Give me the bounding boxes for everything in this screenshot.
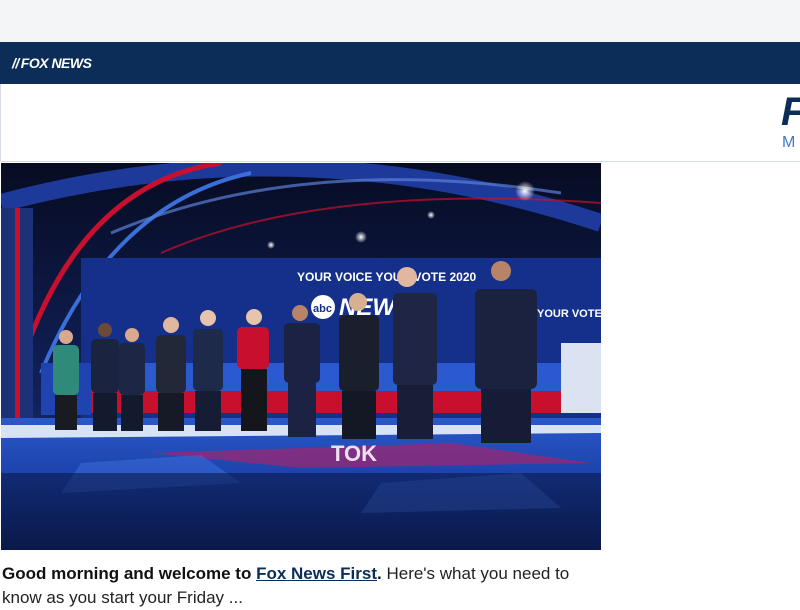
- debate-stage-photo: YOUR VOICE YOUR VOTE 2020 abc NEWS YOUR …: [1, 163, 601, 550]
- podium-banner-text: YOUR VOTE: [537, 308, 601, 320]
- article-intro: Good morning and welcome to Fox News Fir…: [2, 562, 600, 610]
- greeting-text: Good morning and welcome to: [2, 564, 252, 583]
- fox-news-first-link[interactable]: Fox News First: [256, 564, 377, 583]
- masthead-title: F: [781, 90, 800, 135]
- logo-wordmark: FOX NEWS: [20, 55, 92, 71]
- browser-top-strip: [0, 0, 800, 42]
- stage-illustration: YOUR VOICE YOUR VOTE 2020 abc NEWS YOUR …: [1, 163, 601, 550]
- site-navbar: // FOX NEWS: [0, 42, 800, 84]
- stage-banner-text: YOUR VOICE YOUR VOTE 2020: [297, 270, 476, 284]
- logo-mark: //: [12, 55, 19, 71]
- abc-logo-text: abc: [313, 303, 332, 315]
- masthead-subtitle: M: [782, 134, 796, 151]
- newsletter-header: F M: [0, 84, 800, 162]
- floor-logo-text: TOK: [331, 441, 377, 466]
- fox-news-logo[interactable]: // FOX NEWS: [12, 55, 92, 71]
